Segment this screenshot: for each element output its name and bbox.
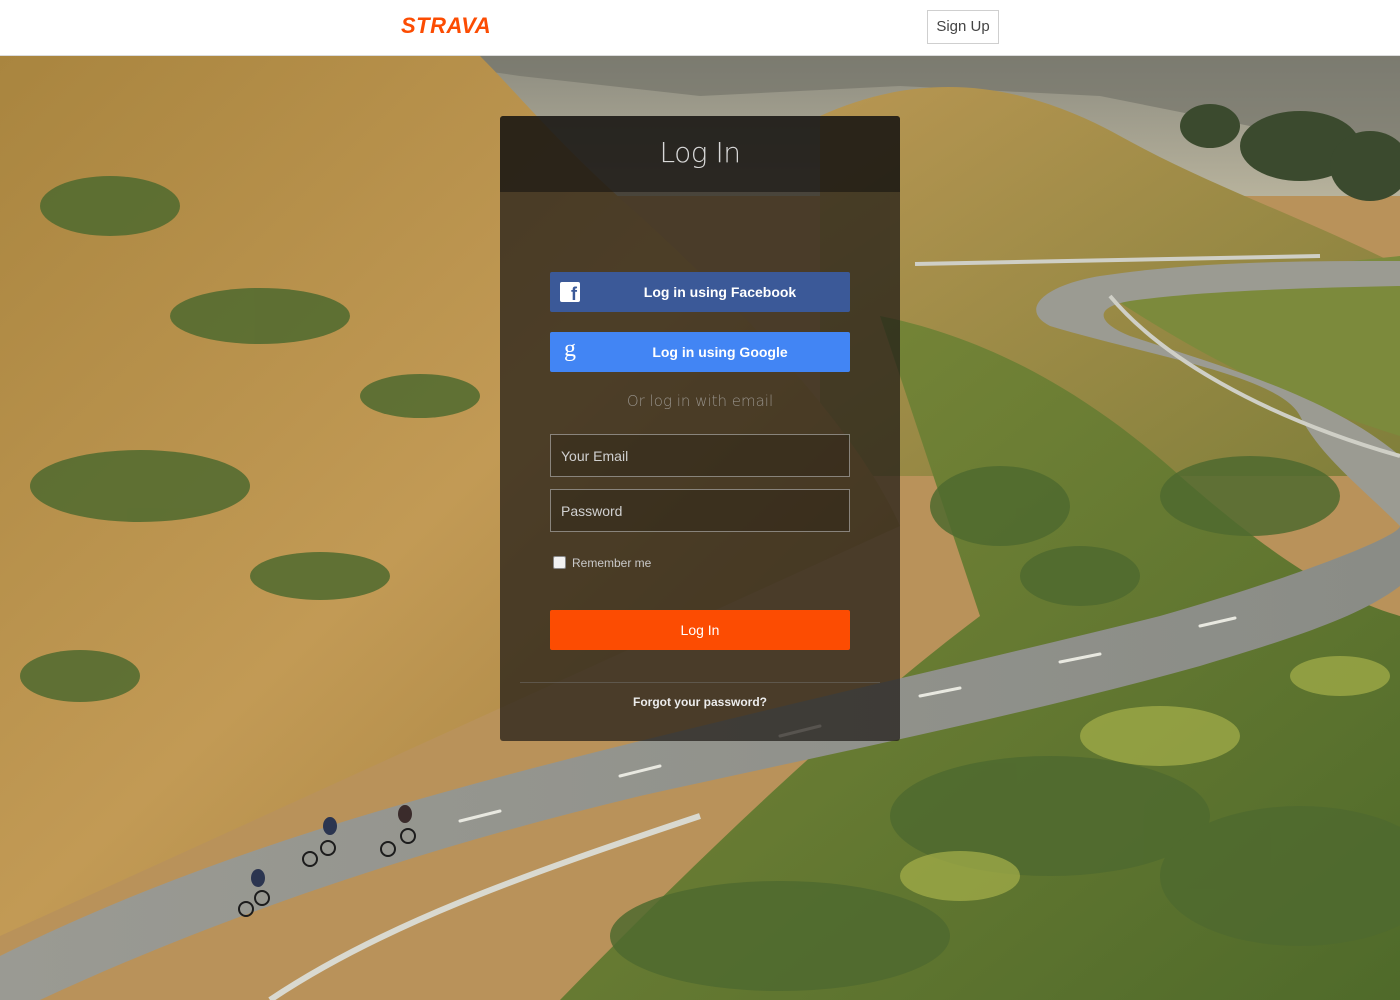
facebook-icon: f bbox=[560, 282, 580, 302]
panel-divider bbox=[520, 682, 880, 683]
remember-me-label[interactable]: Remember me bbox=[572, 555, 651, 571]
email-login-divider-text: Or log in with email bbox=[626, 392, 774, 410]
facebook-login-button[interactable]: f Log in using Facebook bbox=[550, 272, 850, 312]
password-input[interactable] bbox=[550, 489, 850, 532]
facebook-login-label: Log in using Facebook bbox=[643, 284, 797, 300]
top-navbar: STRAVA Sign Up bbox=[0, 0, 1400, 56]
strava-logo[interactable]: STRAVA bbox=[401, 13, 491, 39]
google-icon: g bbox=[564, 336, 576, 362]
login-title: Log In bbox=[659, 136, 741, 169]
remember-me-checkbox[interactable] bbox=[553, 556, 566, 569]
google-login-button[interactable]: g Log in using Google bbox=[550, 332, 850, 372]
login-panel-header: Log In bbox=[500, 116, 900, 192]
signup-button[interactable]: Sign Up bbox=[927, 10, 999, 44]
forgot-password-link[interactable]: Forgot your password? bbox=[500, 695, 900, 709]
login-submit-button[interactable]: Log In bbox=[550, 610, 850, 650]
email-input[interactable] bbox=[550, 434, 850, 477]
login-panel: Log In f Log in using Facebook g Log in … bbox=[500, 116, 900, 741]
google-login-label: Log in using Google bbox=[652, 344, 788, 360]
